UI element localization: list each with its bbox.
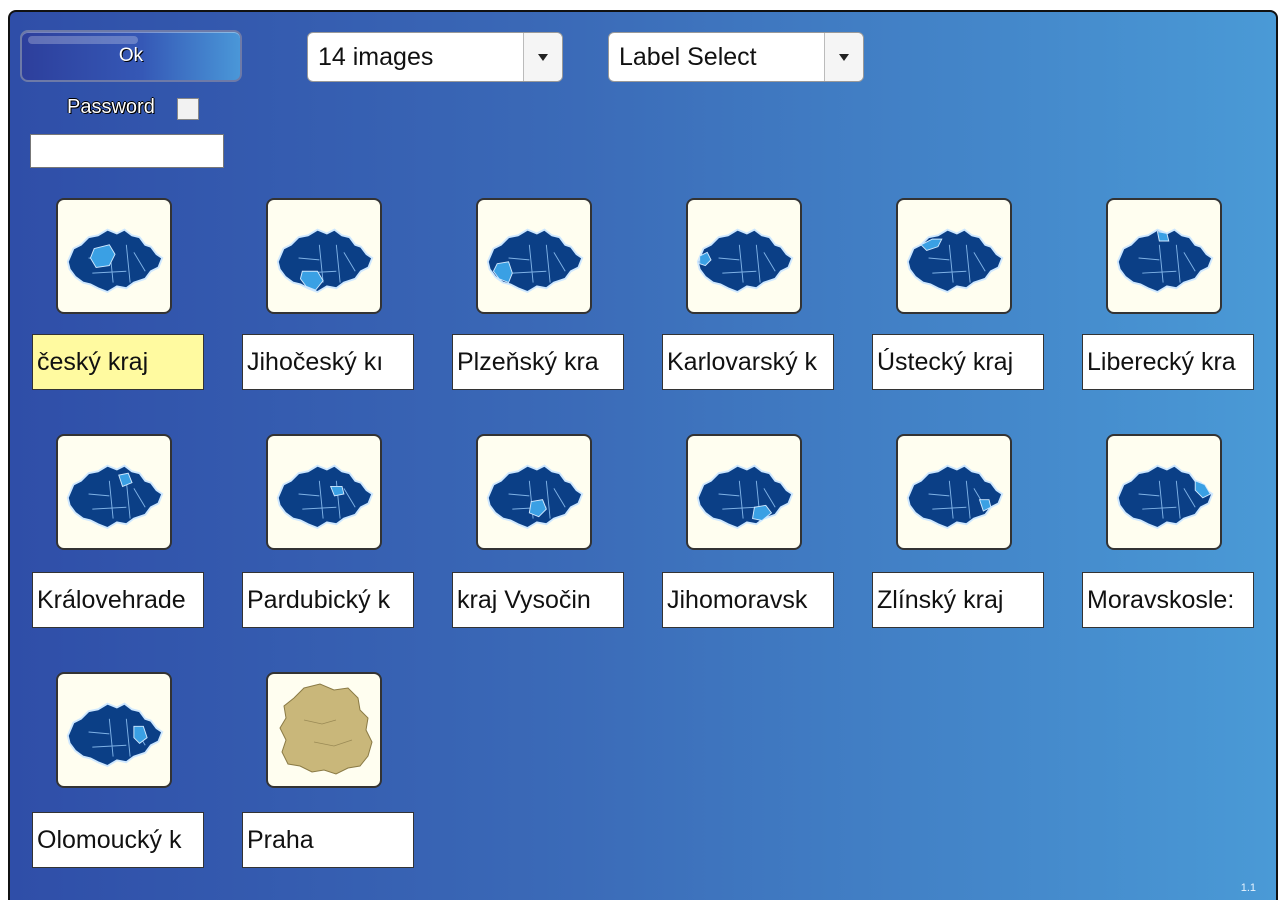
image-thumbnail[interactable] bbox=[686, 434, 802, 550]
prague-map-icon bbox=[279, 683, 373, 775]
image-label-field[interactable]: český kraj bbox=[32, 334, 204, 390]
czech-map-icon bbox=[66, 464, 164, 530]
czech-map-icon bbox=[906, 228, 1004, 294]
czech-map-icon bbox=[1116, 464, 1214, 530]
image-label-field[interactable]: Plzeňský kra bbox=[452, 334, 624, 390]
image-count-select[interactable]: 14 images bbox=[307, 32, 563, 82]
image-thumbnail[interactable] bbox=[896, 434, 1012, 550]
czech-map-icon bbox=[906, 464, 1004, 530]
image-thumbnail[interactable] bbox=[266, 434, 382, 550]
image-label-field[interactable]: Karlovarský k bbox=[662, 334, 834, 390]
app-window: Ok 14 images Label Select Password český… bbox=[8, 10, 1278, 900]
image-thumbnail[interactable] bbox=[686, 198, 802, 314]
image-thumbnail[interactable] bbox=[56, 434, 172, 550]
image-label-field[interactable]: Olomoucký k bbox=[32, 812, 204, 868]
czech-map-icon bbox=[66, 702, 164, 768]
czech-map-icon bbox=[696, 464, 794, 530]
chevron-down-icon[interactable] bbox=[523, 33, 562, 81]
czech-map-icon bbox=[486, 464, 584, 530]
image-count-value: 14 images bbox=[318, 43, 434, 71]
password-input[interactable] bbox=[30, 134, 224, 168]
password-label: Password bbox=[67, 96, 155, 118]
image-label-field[interactable]: kraj Vysočin bbox=[452, 572, 624, 628]
password-checkbox[interactable] bbox=[177, 98, 199, 120]
label-select-value: Label Select bbox=[619, 43, 757, 71]
image-label-field[interactable]: Liberecký kra bbox=[1082, 334, 1254, 390]
image-thumbnail[interactable] bbox=[1106, 198, 1222, 314]
image-thumbnail[interactable] bbox=[56, 672, 172, 788]
image-thumbnail[interactable] bbox=[266, 198, 382, 314]
czech-map-icon bbox=[1116, 228, 1214, 294]
image-label-field[interactable]: Praha bbox=[242, 812, 414, 868]
image-thumbnail[interactable] bbox=[56, 198, 172, 314]
czech-map-icon bbox=[276, 228, 374, 294]
image-label-field[interactable]: Jihomoravsk bbox=[662, 572, 834, 628]
chevron-down-icon[interactable] bbox=[824, 33, 863, 81]
image-label-field[interactable]: Moravskosle: bbox=[1082, 572, 1254, 628]
version-label: 1.1 bbox=[1240, 882, 1256, 894]
image-thumbnail[interactable] bbox=[476, 434, 592, 550]
ok-button[interactable]: Ok bbox=[20, 30, 242, 82]
czech-map-icon bbox=[486, 228, 584, 294]
image-thumbnail[interactable] bbox=[1106, 434, 1222, 550]
label-select[interactable]: Label Select bbox=[608, 32, 864, 82]
image-label-field[interactable]: Pardubický k bbox=[242, 572, 414, 628]
image-thumbnail[interactable] bbox=[266, 672, 382, 788]
image-label-field[interactable]: Ústecký kraj bbox=[872, 334, 1044, 390]
image-thumbnail[interactable] bbox=[896, 198, 1012, 314]
image-thumbnail[interactable] bbox=[476, 198, 592, 314]
image-label-field[interactable]: Zlínský kraj bbox=[872, 572, 1044, 628]
czech-map-icon bbox=[696, 228, 794, 294]
czech-map-icon bbox=[276, 464, 374, 530]
image-label-field[interactable]: Jihočeský kı bbox=[242, 334, 414, 390]
czech-map-icon bbox=[66, 228, 164, 294]
image-label-field[interactable]: Královehrade bbox=[32, 572, 204, 628]
